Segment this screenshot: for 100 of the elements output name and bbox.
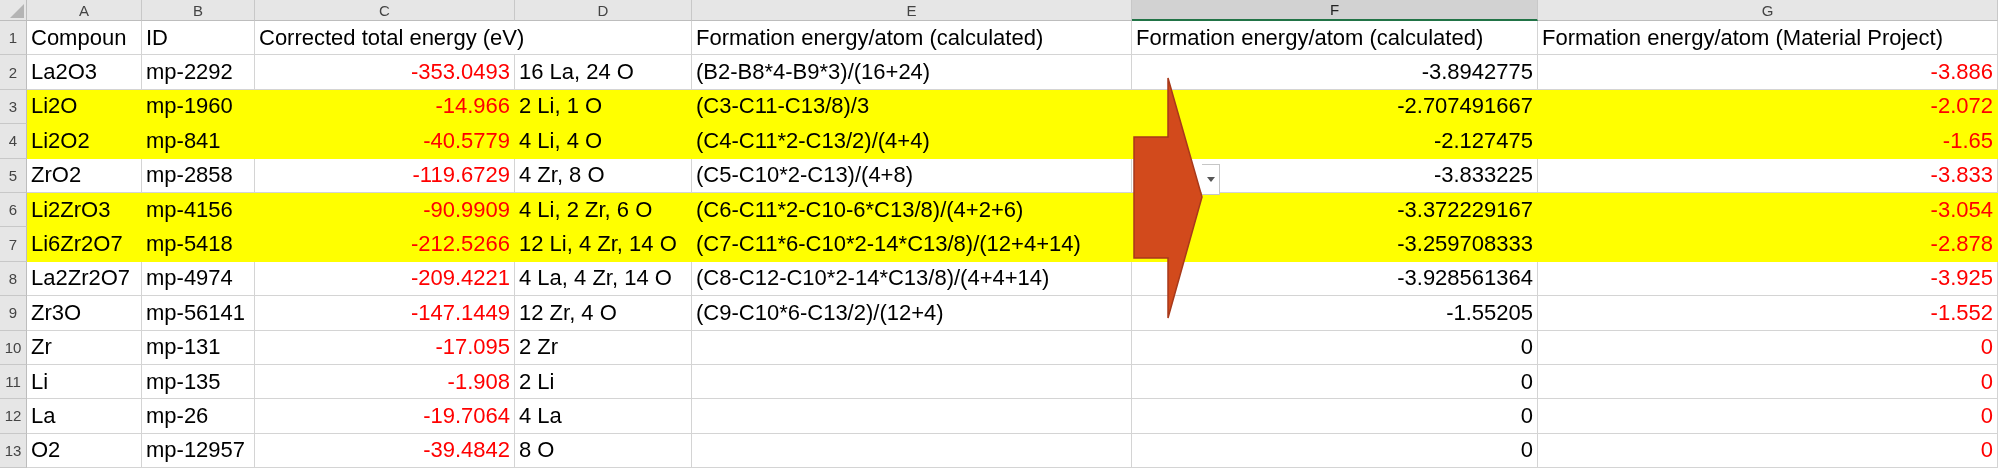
table-cell: mp-131 bbox=[142, 330, 255, 365]
table-cell: Li2O bbox=[27, 89, 142, 125]
table-cell: 0 bbox=[1538, 330, 1998, 365]
table-cell: (C5-C10*2-C13)/(4+8) bbox=[692, 158, 1132, 193]
table-cell: 0 bbox=[1538, 433, 1998, 468]
paste-options-button[interactable] bbox=[1202, 164, 1220, 195]
row-header[interactable]: 3 bbox=[0, 89, 27, 125]
row-header[interactable]: 10 bbox=[0, 330, 27, 365]
table-cell: Formation energy/atom (calculated) bbox=[692, 21, 1132, 56]
row-header[interactable]: 9 bbox=[0, 296, 27, 331]
table-cell: 8 O bbox=[515, 433, 692, 468]
table-cell: -17.095 bbox=[255, 330, 515, 365]
table-cell: -147.1449 bbox=[255, 296, 515, 331]
table-cell: (B2-B8*4-B9*3)/(16+24) bbox=[692, 55, 1132, 90]
table-cell: -3.886 bbox=[1538, 55, 1998, 90]
table-cell: 0 bbox=[1132, 433, 1538, 468]
table-cell: ID bbox=[142, 21, 255, 56]
column-header[interactable]: G bbox=[1538, 0, 1998, 21]
table-cell: 0 bbox=[1132, 364, 1538, 400]
table-cell: mp-4974 bbox=[142, 261, 255, 297]
table-cell: 2 Li, 1 O bbox=[515, 89, 692, 125]
table-cell: 4 Zr, 8 O bbox=[515, 158, 692, 193]
table-cell: 4 La, 4 Zr, 14 O bbox=[515, 261, 692, 297]
table-cell: mp-135 bbox=[142, 364, 255, 400]
table-cell: -39.4842 bbox=[255, 433, 515, 468]
table-cell: Li bbox=[27, 364, 142, 400]
column-header[interactable]: A bbox=[27, 0, 142, 21]
table-cell: 16 La, 24 O bbox=[515, 55, 692, 90]
row-header[interactable]: 5 bbox=[0, 158, 27, 193]
table-cell: mp-12957 bbox=[142, 433, 255, 468]
table-cell: -3.833 bbox=[1538, 158, 1998, 193]
column-header[interactable]: C bbox=[255, 0, 515, 21]
table-cell: -2.072 bbox=[1538, 89, 1998, 125]
table-cell: O2 bbox=[27, 433, 142, 468]
table-cell: Corrected total energy (eV) bbox=[255, 21, 692, 56]
row-header[interactable]: 2 bbox=[0, 55, 27, 90]
table-cell: mp-56141 bbox=[142, 296, 255, 331]
table-cell: La2O3 bbox=[27, 55, 142, 90]
table-cell: (C4-C11*2-C13/2)/(4+4) bbox=[692, 124, 1132, 159]
table-cell: -3.8942775 bbox=[1132, 55, 1538, 90]
table-cell: (C3-C11-C13/8)/3 bbox=[692, 89, 1132, 125]
table-cell: 0 bbox=[1132, 330, 1538, 365]
table-cell: -353.0493 bbox=[255, 55, 515, 90]
table-cell: -3.054 bbox=[1538, 192, 1998, 228]
row-header[interactable]: 11 bbox=[0, 364, 27, 400]
table-cell: -1.65 bbox=[1538, 124, 1998, 159]
table-cell: 2 Zr bbox=[515, 330, 692, 365]
table-cell: (C9-C10*6-C13/2)/(12+4) bbox=[692, 296, 1132, 331]
column-header[interactable]: E bbox=[692, 0, 1132, 21]
column-header[interactable]: D bbox=[515, 0, 692, 21]
table-cell: Li2ZrO3 bbox=[27, 192, 142, 228]
row-header[interactable]: 8 bbox=[0, 261, 27, 297]
table-cell: (C6-C11*2-C10-6*C13/8)/(4+2+6) bbox=[692, 192, 1132, 228]
table-cell: -14.966 bbox=[255, 89, 515, 125]
table-cell: mp-1960 bbox=[142, 89, 255, 125]
table-cell: Zr bbox=[27, 330, 142, 365]
table-cell: mp-4156 bbox=[142, 192, 255, 228]
table-cell: Li6Zr2O7 bbox=[27, 227, 142, 262]
table-cell: -209.4221 bbox=[255, 261, 515, 297]
column-header[interactable]: F bbox=[1132, 0, 1538, 21]
table-cell: mp-841 bbox=[142, 124, 255, 159]
table-cell: 12 Zr, 4 O bbox=[515, 296, 692, 331]
table-cell: Formation energy/atom (Material Project) bbox=[1538, 21, 1998, 56]
table-cell: 12 Li, 4 Zr, 14 O bbox=[515, 227, 692, 262]
table-cell: 0 bbox=[1538, 399, 1998, 434]
table-cell: Li2O2 bbox=[27, 124, 142, 159]
table-cell: La bbox=[27, 399, 142, 434]
table-cell: 4 La bbox=[515, 399, 692, 434]
triangle-icon bbox=[10, 4, 24, 18]
table-cell: La2Zr2O7 bbox=[27, 261, 142, 297]
table-cell: -40.5779 bbox=[255, 124, 515, 159]
table-cell: -3.925 bbox=[1538, 261, 1998, 297]
row-header[interactable]: 7 bbox=[0, 227, 27, 262]
row-header[interactable]: 12 bbox=[0, 399, 27, 434]
column-header[interactable]: B bbox=[142, 0, 255, 21]
table-cell: -19.7064 bbox=[255, 399, 515, 434]
table-cell: mp-2292 bbox=[142, 55, 255, 90]
table-cell: 0 bbox=[1132, 399, 1538, 434]
table-cell: 4 Li, 2 Zr, 6 O bbox=[515, 192, 692, 228]
table-cell: -2.127475 bbox=[1132, 124, 1538, 159]
table-cell: -212.5266 bbox=[255, 227, 515, 262]
row-header[interactable]: 4 bbox=[0, 124, 27, 159]
table-cell: -1.908 bbox=[255, 364, 515, 400]
caret-icon bbox=[1207, 177, 1215, 182]
table-cell: 0 bbox=[1538, 364, 1998, 400]
table-cell: mp-2858 bbox=[142, 158, 255, 193]
row-header[interactable]: 6 bbox=[0, 192, 27, 228]
row-header[interactable]: 13 bbox=[0, 433, 27, 468]
table-cell: -1.552 bbox=[1538, 296, 1998, 331]
table-cell: 2 Li bbox=[515, 364, 692, 400]
table-cell: ZrO2 bbox=[27, 158, 142, 193]
table-cell: -90.9909 bbox=[255, 192, 515, 228]
row-header[interactable]: 1 bbox=[0, 21, 27, 56]
table-cell: Zr3O bbox=[27, 296, 142, 331]
table-cell: mp-26 bbox=[142, 399, 255, 434]
table-cell: 4 Li, 4 O bbox=[515, 124, 692, 159]
table-cell: -119.6729 bbox=[255, 158, 515, 193]
table-cell: Formation energy/atom (calculated) bbox=[1132, 21, 1538, 56]
table-cell: Compoun bbox=[27, 21, 142, 56]
table-cell: -2.707491667 bbox=[1132, 89, 1538, 125]
